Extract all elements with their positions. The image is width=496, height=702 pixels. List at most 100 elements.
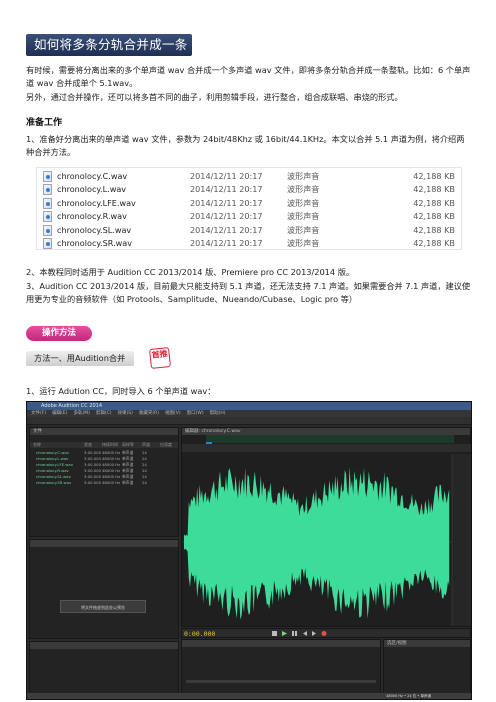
wav-file-icon: [43, 197, 52, 209]
page-title: 如何将多条分轨合并成一条整轨: [26, 34, 192, 74]
file-type: 波形声音: [287, 224, 320, 235]
file-size: 42,188 KB: [413, 224, 455, 235]
audio-file-dur: 3:00.000: [84, 462, 101, 467]
file-type: 波形声音: [287, 238, 320, 248]
level-meter: [186, 680, 376, 683]
file-name: chronolocy.SL.wav: [57, 224, 132, 235]
column-header[interactable]: 位深度: [160, 442, 172, 448]
audio-file-bit: 24: [142, 474, 147, 479]
audition-screenshot: Adobe Audition CC 2014 文件(F) 编辑(E) 多轨(M) 剪辑…: [26, 401, 472, 700]
prep-step-2: 2、本教程同时适用于 Audition CC 2013/2014 版、Premi…: [26, 267, 355, 277]
file-row[interactable]: chronolocy.LFE.wav 2014/12/11 20:17 波形声音 42…: [37, 197, 461, 210]
time-ruler[interactable]: [182, 444, 471, 452]
audio-file-ch: 单声道: [122, 468, 134, 473]
file-date: 2014/12/11 20:17: [190, 171, 263, 181]
audio-file-dur: 3:00.000: [84, 450, 101, 455]
audio-file-row[interactable]: chronolocy.LFE.wav 3:00.000 48000 Hz 单声道 24: [30, 462, 178, 468]
menu-item[interactable]: 剪辑(C): [96, 411, 112, 416]
file-row[interactable]: chronolocy.R.wav 2014/12/11 20:17 波形声音 42,1…: [37, 210, 461, 223]
step-1-text: 1、运行 Adution CC，同时导入 6 个单声道 wav：: [26, 386, 216, 396]
column-header[interactable]: 采样率: [122, 442, 134, 448]
audio-file-dur: 3:00.000: [84, 468, 101, 473]
media-drop-box[interactable]: 将文件拖放到此处以预览: [60, 600, 146, 613]
file-type: 波形声音: [287, 184, 320, 195]
app-menu-bar: 文件(F) 编辑(E) 多轨(M) 剪辑(C) 效果(S) 收藏夹(R) 视图(V) 窗口(W…: [27, 410, 471, 417]
prep-heading: 准备工作: [26, 118, 63, 128]
selection-view-tab[interactable]: 选区/视图: [384, 640, 470, 647]
file-row[interactable]: chronolocy.SL.wav 2014/12/11 20:17 波形声音 42,…: [37, 224, 461, 237]
wav-file-icon: [43, 224, 52, 236]
audio-file-dur: 3:00.000: [84, 480, 101, 485]
levels-panel: [181, 639, 381, 695]
audio-file-row[interactable]: chronolocy.R.wav 3:00.000 48000 Hz 单声道 24: [30, 468, 178, 474]
audio-file-row[interactable]: chronolocy.L.wav 3:00.000 48000 Hz 单声道 24: [30, 456, 178, 462]
transport-bar: 0:00.000: [181, 628, 471, 638]
file-size: 42,188 KB: [413, 211, 455, 222]
menu-item[interactable]: 编辑(E): [52, 411, 67, 416]
column-header[interactable]: 持续时间: [102, 442, 118, 448]
history-panel: [29, 641, 179, 695]
audio-file-name: chronolocy.C.wav: [36, 450, 69, 455]
prep-step-3: 3、Audition CC 2013/2014 版，目前最大只能支持到 5.1 …: [26, 281, 471, 304]
file-row[interactable]: chronolocy.SR.wav 2014/12/11 20:17 波形声音 42,…: [37, 237, 461, 250]
audio-file-rate: 48000 Hz: [102, 456, 121, 461]
intro-paragraph-1: 有时候，需要将分离出来的多个单声道 wav 合并成一个多声道 wav 文件，即将…: [26, 65, 471, 88]
file-name: chronolocy.L.wav: [57, 184, 127, 195]
audio-file-name: chronolocy.SL.wav: [36, 474, 71, 479]
levels-panel-tab[interactable]: [182, 640, 380, 647]
intro-paragraph-2: 另外，通过合并操作，还可以将多首不同的曲子，利用剪辑手段，进行整合，组合成联唱、…: [26, 92, 403, 102]
audio-file-rate: 48000 Hz: [102, 462, 121, 467]
audio-file-dur: 3:00.000: [84, 456, 101, 461]
overview-waveform[interactable]: [206, 435, 454, 450]
file-size: 42,188 KB: [413, 171, 455, 181]
audio-file-ch: 单声道: [122, 474, 134, 479]
media-panel-tab[interactable]: [30, 540, 178, 547]
audio-file-ch: 单声道: [122, 480, 134, 485]
history-panel-tab[interactable]: [30, 642, 178, 649]
media-panel: 将文件拖放到此处以预览: [29, 539, 179, 639]
column-header[interactable]: 名称: [33, 442, 41, 448]
audio-file-name: chronolocy.R.wav: [36, 468, 69, 473]
audio-file-bit: 24: [142, 450, 147, 455]
main-waveform[interactable]: [182, 454, 472, 626]
waveform-editor[interactable]: 编辑器: chronolocy.C.wav: [181, 427, 471, 627]
file-list: chronolocy.C.wav 2014/12/11 20:17 波形声音 42,1…: [36, 167, 462, 250]
audio-file-row[interactable]: chronolocy.SL.wav 3:00.000 48000 Hz 单声道 24: [30, 474, 178, 480]
file-name: chronolocy.LFE.wav: [57, 197, 136, 208]
audio-file-rate: 48000 Hz: [102, 468, 121, 473]
file-name: chronolocy.SR.wav: [57, 238, 133, 248]
menu-item[interactable]: 窗口(W): [187, 411, 204, 416]
menu-item[interactable]: 多轨(M): [73, 411, 89, 416]
file-type: 波形声音: [287, 211, 320, 222]
menu-item[interactable]: 视图(V): [165, 411, 181, 416]
column-header[interactable]: 声道: [142, 442, 150, 448]
audio-file-row[interactable]: chronolocy.C.wav 3:00.000 48000 Hz 单声道 24: [30, 450, 178, 456]
menu-item[interactable]: 效果(S): [118, 411, 133, 416]
file-name: chronolocy.R.wav: [57, 211, 127, 222]
audio-file-bit: 24: [142, 468, 147, 473]
audio-file-ch: 单声道: [122, 450, 134, 455]
method-one-heading: 方法一、用Audition合并: [26, 351, 134, 366]
transport-controls[interactable]: [272, 631, 382, 637]
file-name: chronolocy.C.wav: [57, 171, 128, 181]
selection-view-panel: 选区/视图: [383, 639, 471, 695]
audio-file-row[interactable]: chronolocy.SR.wav 3:00.000 48000 Hz 单声道 24: [30, 480, 178, 486]
file-row[interactable]: chronolocy.L.wav 2014/12/11 20:17 波形声音 42,1…: [37, 183, 461, 196]
wav-file-icon: [43, 184, 52, 196]
file-date: 2014/12/11 20:17: [190, 224, 263, 235]
files-panel-tab[interactable]: 文件: [30, 428, 178, 435]
menu-item[interactable]: 收藏夹(R): [139, 411, 159, 416]
file-type: 波形声音: [287, 197, 320, 208]
file-date: 2014/12/11 20:17: [190, 197, 263, 208]
file-size: 42,188 KB: [413, 197, 455, 208]
menu-item[interactable]: 文件(F): [31, 411, 46, 416]
menu-item[interactable]: 帮助(H): [210, 411, 226, 416]
editor-tab[interactable]: 编辑器: chronolocy.C.wav: [182, 428, 470, 435]
file-date: 2014/12/11 20:17: [190, 184, 263, 195]
audio-file-bit: 24: [142, 480, 147, 485]
prep-step-1: 1、准备好分离出来的单声道 wav 文件，参数为 24bit/48Khz 或 1…: [26, 134, 465, 157]
file-row[interactable]: chronolocy.C.wav 2014/12/11 20:17 波形声音 42,1…: [37, 170, 461, 183]
column-header[interactable]: 状态: [84, 442, 92, 448]
wav-file-icon: [43, 171, 52, 182]
file-size: 42,188 KB: [413, 184, 455, 195]
